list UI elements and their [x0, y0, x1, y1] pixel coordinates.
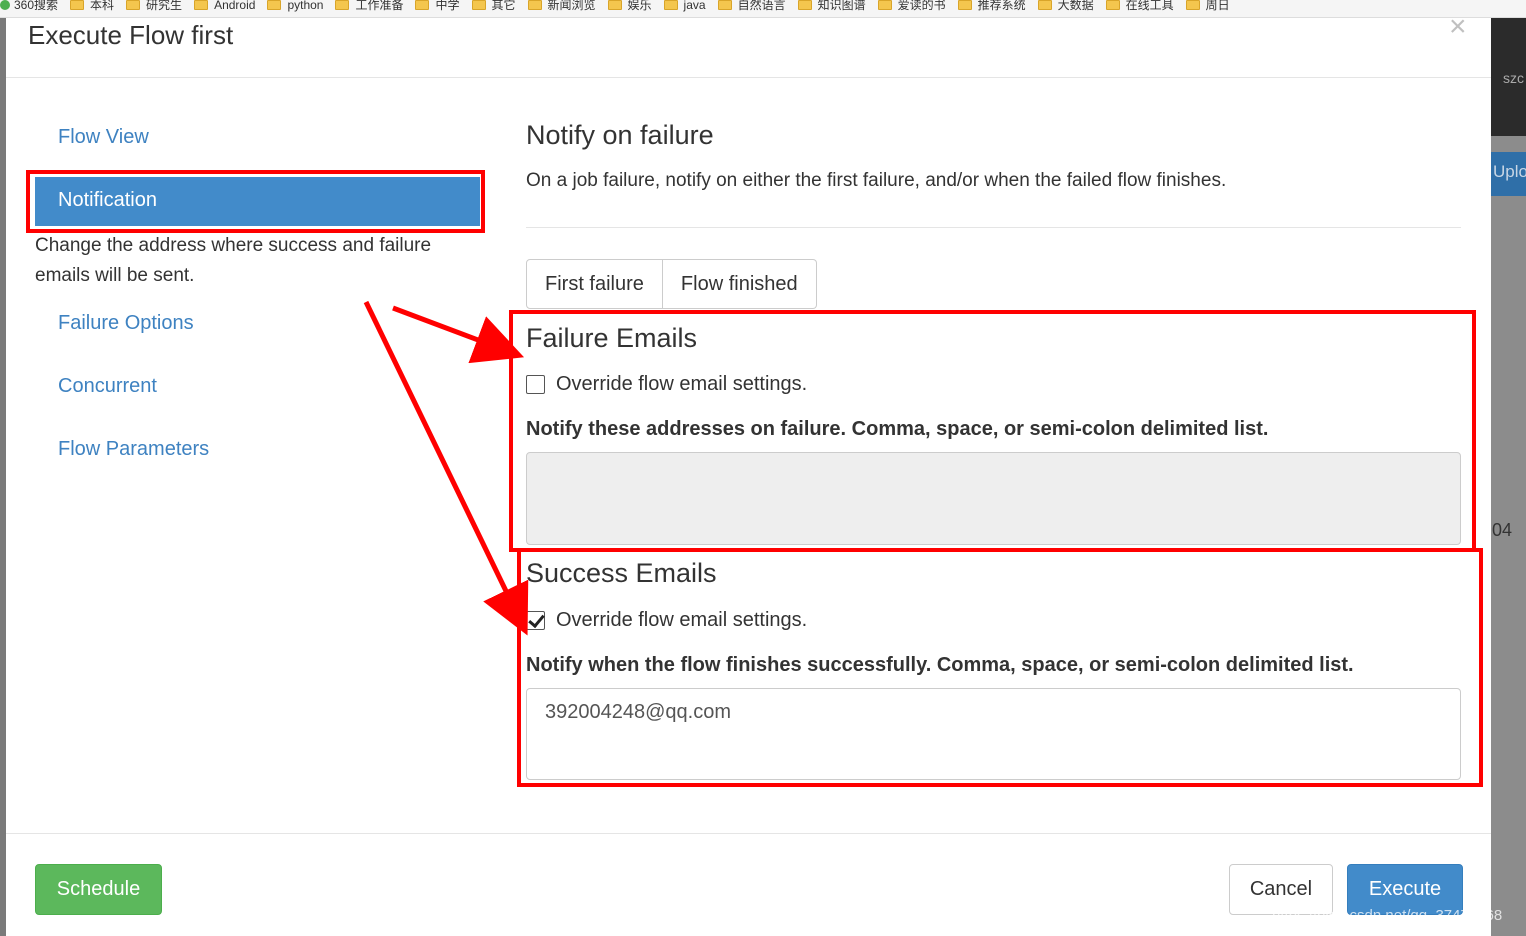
modal-title: Execute Flow first: [28, 20, 234, 50]
folder-icon: [126, 0, 141, 10]
folder-icon: [527, 0, 542, 10]
bookmark-label: python: [287, 0, 324, 12]
bookmark-label: 工作准备: [355, 0, 404, 12]
bookmark-label: java: [683, 0, 706, 12]
bookmark-item[interactable]: 知识图谱: [797, 0, 866, 12]
notify-on-failure-description: On a job failure, notify on either the f…: [526, 170, 1227, 191]
bookmark-label: 在线工具: [1125, 0, 1174, 12]
footer-divider: [6, 833, 1491, 834]
bookmark-label: 360搜索: [14, 0, 59, 12]
nav-concurrent[interactable]: Concurrent: [58, 375, 157, 398]
nav-notification-description: Change the address where success and fai…: [35, 235, 432, 286]
first-failure-button[interactable]: First failure: [526, 259, 663, 309]
folder-icon: [1037, 0, 1052, 10]
folder-icon: [471, 0, 486, 10]
folder-icon: [877, 0, 892, 10]
notify-on-failure-title: Notify on failure: [526, 120, 714, 150]
success-notify-label: Notify when the flow finishes successful…: [526, 654, 1354, 676]
bookmark-item[interactable]: 推荐系统: [957, 0, 1026, 12]
bookmark-item[interactable]: 中学: [415, 0, 460, 12]
bookmark-item[interactable]: 其它: [471, 0, 516, 12]
bookmark-item[interactable]: 研究生: [126, 0, 182, 11]
nav-failure-options[interactable]: Failure Options: [58, 312, 194, 335]
bookmark-item[interactable]: java: [663, 0, 706, 12]
failure-emails-textarea[interactable]: [526, 452, 1461, 545]
folder-icon: [415, 0, 430, 10]
bookmark-item[interactable]: Android: [194, 0, 255, 11]
folder-icon: [957, 0, 972, 10]
background-upload-button: Uplo: [1491, 152, 1526, 196]
bookmark-label: 周日: [1205, 0, 1230, 12]
flow-finished-button[interactable]: Flow finished: [662, 259, 817, 309]
background-user-text: szc: [1503, 70, 1524, 86]
nav-notification[interactable]: Notification: [35, 177, 480, 226]
failure-override-row: Override flow email settings.: [526, 373, 807, 396]
failure-override-checkbox[interactable]: [526, 375, 545, 394]
execute-flow-modal: Execute Flow first × Flow View Notificat…: [6, 12, 1491, 936]
bookmark-label: 本科: [90, 0, 115, 12]
bookmark-label: 娱乐: [627, 0, 652, 12]
folder-icon: [335, 0, 350, 10]
bookmark-item[interactable]: 自然语言: [717, 0, 786, 12]
failure-notify-label: Notify these addresses on failure. Comma…: [526, 418, 1269, 440]
bookmark-label: Android: [214, 0, 256, 12]
bookmark-item[interactable]: 新闻浏览: [527, 0, 596, 12]
success-emails-textarea[interactable]: 392004248@qq.com: [526, 688, 1461, 780]
bookmark-label: 中学: [435, 0, 460, 12]
background-number-text: 04: [1492, 520, 1513, 540]
bookmark-item[interactable]: python: [267, 0, 323, 11]
folder-icon: [607, 0, 622, 10]
failure-emails-title: Failure Emails: [526, 323, 698, 353]
bookmark-item[interactable]: 大数据: [1037, 0, 1094, 12]
bookmark-label: 新闻浏览: [547, 0, 596, 12]
success-override-row: Override flow email settings.: [526, 609, 807, 632]
nav-flow-parameters[interactable]: Flow Parameters: [58, 438, 209, 461]
modal-header: Execute Flow first ×: [6, 12, 1491, 78]
bookmark-label: 其它: [491, 0, 516, 12]
success-override-checkbox[interactable]: [526, 611, 545, 630]
bookmark-item[interactable]: 本科: [70, 0, 114, 11]
bookmark-item[interactable]: 工作准备: [335, 0, 403, 11]
watermark: https://blog.csdn.net/qq_37475168: [1272, 907, 1503, 924]
background-navbar: szc: [1491, 18, 1526, 136]
bookmark-item[interactable]: 在线工具: [1105, 0, 1174, 12]
browser-logo-icon: [0, 0, 10, 10]
bookmarks-bar: 360搜索 本科 研究生 Android python 工作准备 中学 其它 新闻浏览 娱乐 jav…: [0, 0, 1526, 18]
success-emails-title: Success Emails: [526, 558, 717, 588]
failure-override-label: Override flow email settings.: [556, 373, 808, 395]
notify-button-group: First failure Flow finished: [526, 259, 817, 309]
bookmark-label: 推荐系统: [977, 0, 1026, 12]
folder-icon: [797, 0, 812, 10]
bookmark-label: 研究生: [146, 0, 183, 12]
schedule-button[interactable]: Schedule: [35, 864, 162, 915]
bookmark-item[interactable]: 爱读的书: [877, 0, 946, 12]
bookmark-label: 大数据: [1057, 0, 1094, 12]
folder-icon: [267, 0, 282, 10]
folder-icon: [663, 0, 678, 10]
divider: [526, 227, 1461, 228]
close-icon[interactable]: ×: [1449, 12, 1467, 42]
bookmark-label: 知识图谱: [817, 0, 866, 12]
folder-icon: [70, 0, 85, 10]
folder-icon: [194, 0, 209, 10]
bookmark-item[interactable]: 娱乐: [607, 0, 652, 12]
success-override-label: Override flow email settings.: [556, 609, 808, 631]
folder-icon: [1185, 0, 1200, 10]
bookmark-item[interactable]: 360搜索: [0, 0, 58, 11]
bookmark-item[interactable]: 周日: [1185, 0, 1230, 12]
folder-icon: [717, 0, 732, 10]
nav-flow-view[interactable]: Flow View: [58, 126, 149, 149]
bookmark-label: 自然语言: [737, 0, 786, 12]
bookmark-label: 爱读的书: [897, 0, 946, 12]
folder-icon: [1105, 0, 1120, 10]
